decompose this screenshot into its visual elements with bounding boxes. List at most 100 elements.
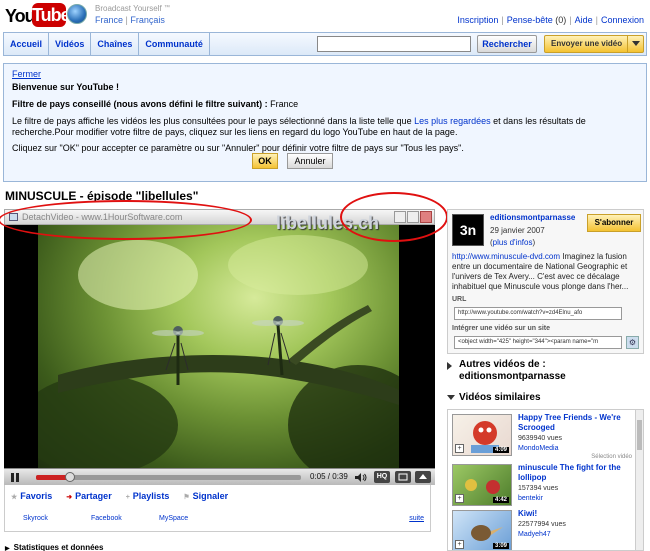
- logo-tube-text: Tube: [32, 3, 71, 27]
- main-nav: Accueil Vidéos Chaînes Communauté Recher…: [3, 32, 647, 56]
- list-item[interactable]: + 4:09 Happy Tree Friends - We're Scroog…: [448, 410, 636, 462]
- playlists-label: Playlists: [132, 491, 170, 501]
- channel-info-box: 3n editionsmontparnasse 29 janvier 2007 …: [447, 209, 644, 354]
- triangle-right-icon: ▶: [5, 546, 10, 551]
- close-icon[interactable]: [420, 211, 432, 223]
- tagline-text: Broadcast Yourself: [95, 4, 162, 13]
- stats-label: Statistiques et données: [13, 543, 104, 551]
- upload-dropdown-arrow[interactable]: [627, 36, 643, 52]
- embed-field[interactable]: <object width="425" height="344"><param …: [454, 336, 622, 349]
- add-to-quicklist-icon[interactable]: +: [455, 444, 464, 453]
- window-buttons: [394, 211, 432, 223]
- video-actions: ★ Favoris ➜ Partager + Playlists ⚑ Signaler …: [4, 485, 431, 532]
- related-videos-list: + 4:09 Happy Tree Friends - We're Scroog…: [447, 409, 644, 551]
- volume-icon[interactable]: [354, 472, 368, 483]
- share-button[interactable]: ➜ Partager: [66, 491, 111, 501]
- triangle-right-icon: [447, 362, 452, 370]
- search-button[interactable]: Rechercher: [477, 35, 537, 53]
- region-separator: |: [125, 15, 128, 25]
- url-field[interactable]: http://www.youtube.com/watch?v=zd4Elnu_a…: [454, 307, 622, 320]
- favorites-button[interactable]: ★ Favoris: [11, 491, 52, 501]
- progress-bar[interactable]: [36, 472, 301, 482]
- youtube-logo[interactable]: You Tube: [5, 3, 71, 27]
- more-info-close-paren: ): [532, 238, 536, 247]
- quicklist-link[interactable]: Pense-bête: [507, 15, 553, 25]
- tab-home[interactable]: Accueil: [4, 33, 50, 55]
- globe-icon: [67, 4, 87, 24]
- chevron-down-icon: [632, 41, 640, 46]
- share-myspace[interactable]: MySpace: [159, 515, 188, 522]
- arrow-right-icon: ➜: [66, 494, 73, 501]
- stats-toggle[interactable]: ▶ Statistiques et données: [5, 543, 103, 551]
- maximize-icon[interactable]: [407, 211, 419, 223]
- region-link[interactable]: France: [95, 15, 123, 25]
- video-title-link[interactable]: Kiwi!: [518, 509, 636, 519]
- more-info-link[interactable]: plus d'infos: [493, 238, 533, 247]
- scrollbar-thumb[interactable]: [637, 420, 642, 450]
- list-item[interactable]: + 3:09 Kiwi! 22577994 vues Madyeh47: [448, 506, 636, 550]
- tagline: Broadcast Yourself ™: [95, 3, 170, 14]
- video-description: http://www.minuscule-dvd.com Imaginez la…: [452, 252, 640, 292]
- most-viewed-link[interactable]: Les plus regardées: [414, 116, 491, 126]
- close-notice-link[interactable]: Fermer: [12, 69, 41, 79]
- tab-community[interactable]: Communauté: [139, 33, 210, 55]
- uploader-link[interactable]: editionsmontparnasse: [490, 213, 575, 222]
- video-duration: 4:42: [492, 497, 509, 503]
- fullscreen-icon[interactable]: [415, 471, 431, 483]
- star-icon: ★: [11, 494, 18, 501]
- video-thumbnail[interactable]: + 3:09: [452, 510, 512, 550]
- author-link[interactable]: Madyeh47: [518, 531, 551, 538]
- search-input[interactable]: [317, 36, 471, 52]
- notice-paragraph: Le filtre de pays affiche les vidéos les…: [12, 116, 640, 138]
- avatar[interactable]: 3n: [452, 214, 484, 246]
- tab-videos[interactable]: Vidéos: [49, 33, 92, 55]
- country-filter-notice: Fermer Bienvenue sur YouTube ! Filtre de…: [3, 63, 647, 182]
- progress-handle[interactable]: [65, 472, 76, 482]
- video-thumbnail[interactable]: + 4:09: [452, 414, 512, 456]
- upload-label: Envoyer une vidéo: [551, 39, 623, 48]
- login-link[interactable]: Connexion: [601, 15, 644, 25]
- author-link[interactable]: bentekir: [518, 495, 543, 502]
- author-link[interactable]: MondoMedia: [518, 445, 558, 452]
- upload-date: 29 janvier 2007: [490, 226, 545, 235]
- related-scrollbar[interactable]: [635, 410, 643, 550]
- related-videos-label: Vidéos similaires: [459, 392, 541, 403]
- filter-value: France: [270, 99, 299, 109]
- ok-button[interactable]: OK: [252, 153, 278, 169]
- video-title-link[interactable]: minuscule The fight for the lollipop: [518, 463, 636, 483]
- pause-icon[interactable]: [8, 472, 22, 483]
- dragonfly-scene: [38, 235, 399, 468]
- add-to-quicklist-icon[interactable]: +: [455, 494, 464, 503]
- share-skyrock[interactable]: Skyrock: [23, 515, 48, 522]
- share-more-link[interactable]: suite: [409, 515, 424, 522]
- playlists-button[interactable]: + Playlists: [126, 491, 170, 501]
- embed-label: Intégrer une vidéo sur un site: [452, 325, 551, 332]
- help-link[interactable]: Aide: [575, 15, 593, 25]
- window-icon: [9, 213, 18, 221]
- flag-button[interactable]: ⚑ Signaler: [183, 491, 228, 501]
- flag-label: Signaler: [192, 491, 229, 501]
- add-to-quicklist-icon[interactable]: +: [455, 540, 464, 549]
- hq-button[interactable]: HQ: [374, 471, 390, 483]
- time-display: 0:05 / 0:39: [310, 472, 348, 481]
- tab-channels[interactable]: Chaînes: [91, 33, 140, 55]
- video-duration: 3:09: [492, 543, 509, 549]
- share-facebook[interactable]: Facebook: [91, 515, 122, 522]
- video-player[interactable]: DetachVideo - www.1HourSoftware.com libe…: [4, 209, 435, 485]
- list-item[interactable]: + 4:42 minuscule The fight for the lolli…: [448, 460, 636, 512]
- minimize-icon[interactable]: [394, 211, 406, 223]
- upload-button[interactable]: Envoyer une vidéo: [544, 35, 644, 53]
- notice-instructions: Cliquez sur "OK" pour accepter ce paramè…: [12, 143, 464, 153]
- video-title-link[interactable]: Happy Tree Friends - We're Scrooged: [518, 413, 636, 433]
- popout-icon[interactable]: [395, 471, 411, 483]
- gear-icon[interactable]: ⚙: [626, 336, 639, 349]
- cancel-button[interactable]: Annuler: [287, 153, 333, 169]
- signup-link[interactable]: Inscription: [457, 15, 498, 25]
- language-link[interactable]: Français: [130, 15, 165, 25]
- share-label: Partager: [75, 491, 112, 501]
- video-frame[interactable]: [38, 225, 399, 468]
- favorites-label: Favoris: [20, 491, 53, 501]
- description-link[interactable]: http://www.minuscule-dvd.com: [452, 252, 560, 261]
- subscribe-button[interactable]: S'abonner: [587, 214, 641, 232]
- video-thumbnail[interactable]: + 4:42: [452, 464, 512, 506]
